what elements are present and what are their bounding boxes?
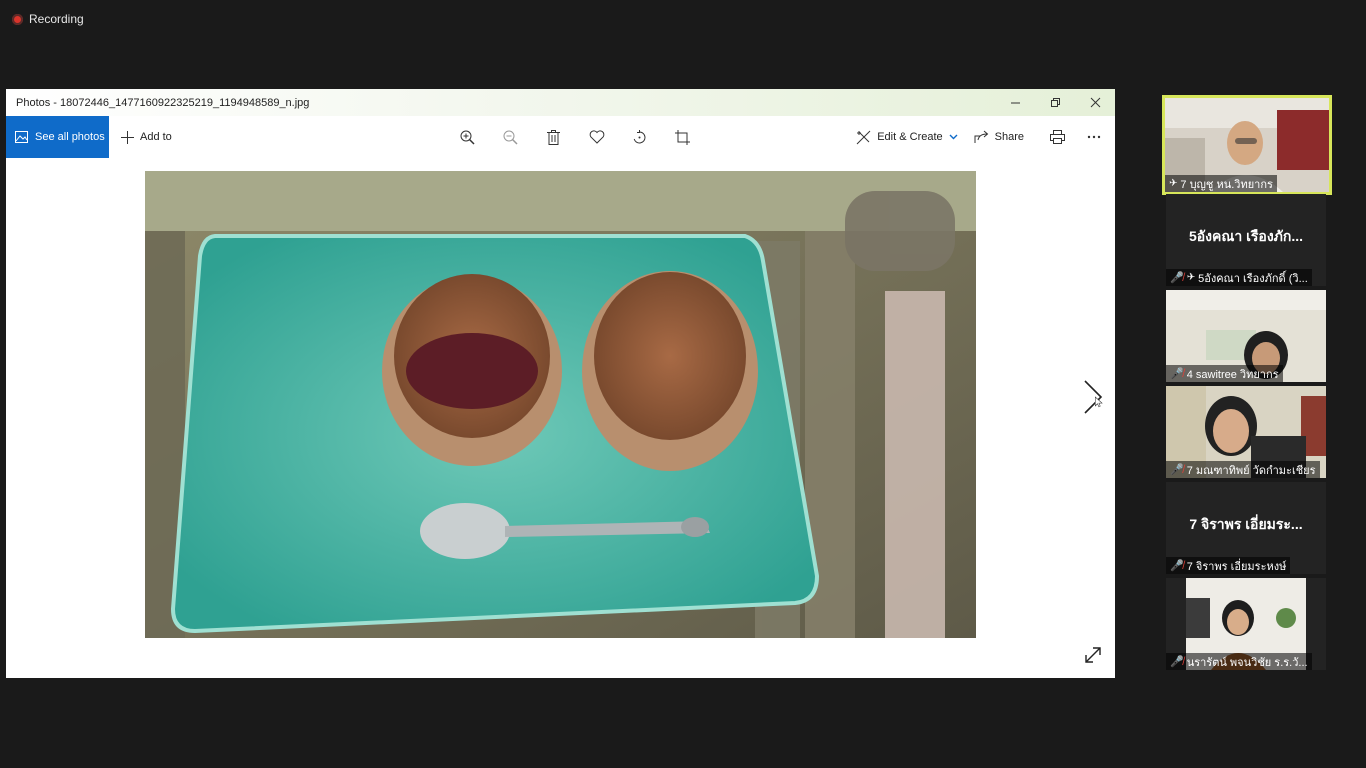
- zoom-in-button[interactable]: [446, 116, 489, 158]
- printer-icon: [1050, 130, 1065, 144]
- participant-tile-active-speaker[interactable]: ✈ 7 บุญชู หน.วิทยากร: [1162, 95, 1332, 195]
- participant-name-tag: 🎤̸ 7 มณฑาทิพย์ วัดกำมะเชียร: [1166, 461, 1320, 478]
- favorite-button[interactable]: [575, 116, 618, 158]
- participant-name: นรารัตน์ พจนวิชัย ร.ร.วั...: [1186, 656, 1308, 669]
- fullscreen-icon[interactable]: [1084, 646, 1102, 664]
- participant-name: 7 บุญชู หน.วิทยากร: [1180, 178, 1273, 191]
- mic-muted-icon: 🎤̸: [1170, 656, 1184, 668]
- add-to-label: Add to: [140, 131, 172, 143]
- delete-button[interactable]: [532, 116, 575, 158]
- photos-icon: [15, 131, 28, 143]
- share-label: Share: [994, 131, 1024, 143]
- crop-icon: [675, 129, 690, 145]
- zoom-in-icon: [460, 130, 475, 145]
- minimize-icon: [1010, 102, 1020, 104]
- see-all-photos-button[interactable]: See all photos: [6, 116, 109, 158]
- trash-icon: [547, 129, 560, 145]
- restore-button[interactable]: [1035, 89, 1075, 116]
- heart-icon: [589, 130, 604, 144]
- participant-name-tag: ✈ 7 บุญชู หน.วิทยากร: [1165, 175, 1277, 192]
- more-options-button[interactable]: [1083, 116, 1115, 158]
- recording-indicator: Recording: [12, 12, 84, 26]
- mic-muted-icon: 🎤̸: [1170, 368, 1184, 380]
- participant-name: 7 จิราพร เอี่ยมระหงษ์: [1186, 560, 1287, 573]
- see-all-photos-label: See all photos: [35, 131, 105, 143]
- share-button[interactable]: Share: [966, 116, 1032, 158]
- record-icon: [12, 13, 23, 25]
- plus-icon: [121, 130, 134, 144]
- more-icon: [1087, 135, 1101, 139]
- participant-tile[interactable]: 🎤̸ 4 sawitree วิทยากร: [1166, 290, 1326, 382]
- participant-display-name: 5อังคณา เรืองภัก...: [1188, 228, 1304, 244]
- pin-icon: ✈: [1186, 272, 1196, 283]
- photos-window: Photos - 18072446_1477160922325219_11949…: [6, 89, 1115, 678]
- close-icon: [1090, 97, 1100, 108]
- edit-create-button[interactable]: Edit & Create: [848, 116, 965, 158]
- participant-name: 7 มณฑาทิพย์ วัดกำมะเชียร: [1186, 464, 1316, 477]
- participant-name-tag: 🎤̸ นรารัตน์ พจนวิชัย ร.ร.วั...: [1166, 653, 1312, 670]
- participant-name-tag: 🎤̸ ✈ 5อังคณา เรืองภักดิ์ (วิ...: [1166, 269, 1312, 286]
- participant-tile[interactable]: 5อังคณา เรืองภัก... 🎤̸ ✈ 5อังคณา เรืองภั…: [1166, 194, 1326, 286]
- photo-image: [145, 171, 976, 638]
- crop-button[interactable]: [661, 116, 704, 158]
- chevron-down-icon: [949, 134, 958, 140]
- zoom-out-icon: [503, 130, 518, 145]
- participant-tile[interactable]: 7 จิราพร เอี่ยมระ... 🎤̸ 7 จิราพร เอี่ยมร…: [1166, 482, 1326, 574]
- window-title: Photos - 18072446_1477160922325219_11949…: [16, 96, 310, 109]
- rotate-button[interactable]: [618, 116, 661, 158]
- mic-muted-icon: 🎤̸: [1170, 560, 1184, 572]
- participant-tile[interactable]: 🎤̸ 7 มณฑาทิพย์ วัดกำมะเชียร: [1166, 386, 1326, 478]
- participant-name-tag: 🎤̸ 7 จิราพร เอี่ยมระหงษ์: [1166, 557, 1291, 574]
- close-button[interactable]: [1075, 89, 1115, 116]
- share-icon: [974, 130, 988, 143]
- photo-toolbar: See all photos Add to Edit & Create Shar…: [6, 116, 1115, 158]
- participant-tile[interactable]: 🎤̸ นรารัตน์ พจนวิชัย ร.ร.วั...: [1166, 578, 1326, 670]
- participant-name: 5อังคณา เรืองภักดิ์ (วิ...: [1198, 272, 1308, 285]
- participant-name-tag: 🎤̸ 4 sawitree วิทยากร: [1166, 365, 1283, 382]
- recording-label: Recording: [29, 12, 84, 26]
- photo-canvas: [6, 158, 1115, 678]
- mic-muted-icon: 🎤̸: [1170, 272, 1184, 284]
- minimize-button[interactable]: [995, 89, 1035, 116]
- participant-display-name: 7 จิราพร เอี่ยมระ...: [1189, 516, 1303, 532]
- rotate-icon: [633, 129, 646, 143]
- next-photo-arrow[interactable]: [1081, 379, 1109, 415]
- title-bar: Photos - 18072446_1477160922325219_11949…: [6, 89, 1115, 116]
- participant-name: 4 sawitree วิทยากร: [1186, 368, 1279, 381]
- edit-create-label: Edit & Create: [877, 131, 943, 143]
- mic-muted-icon: 🎤̸: [1170, 464, 1184, 476]
- add-to-button[interactable]: Add to: [121, 130, 172, 144]
- zoom-out-button[interactable]: [489, 116, 532, 158]
- edit-create-icon: [856, 130, 871, 144]
- pin-icon: ✈: [1169, 178, 1178, 189]
- print-button[interactable]: [1032, 116, 1083, 158]
- restore-icon: [1050, 98, 1060, 107]
